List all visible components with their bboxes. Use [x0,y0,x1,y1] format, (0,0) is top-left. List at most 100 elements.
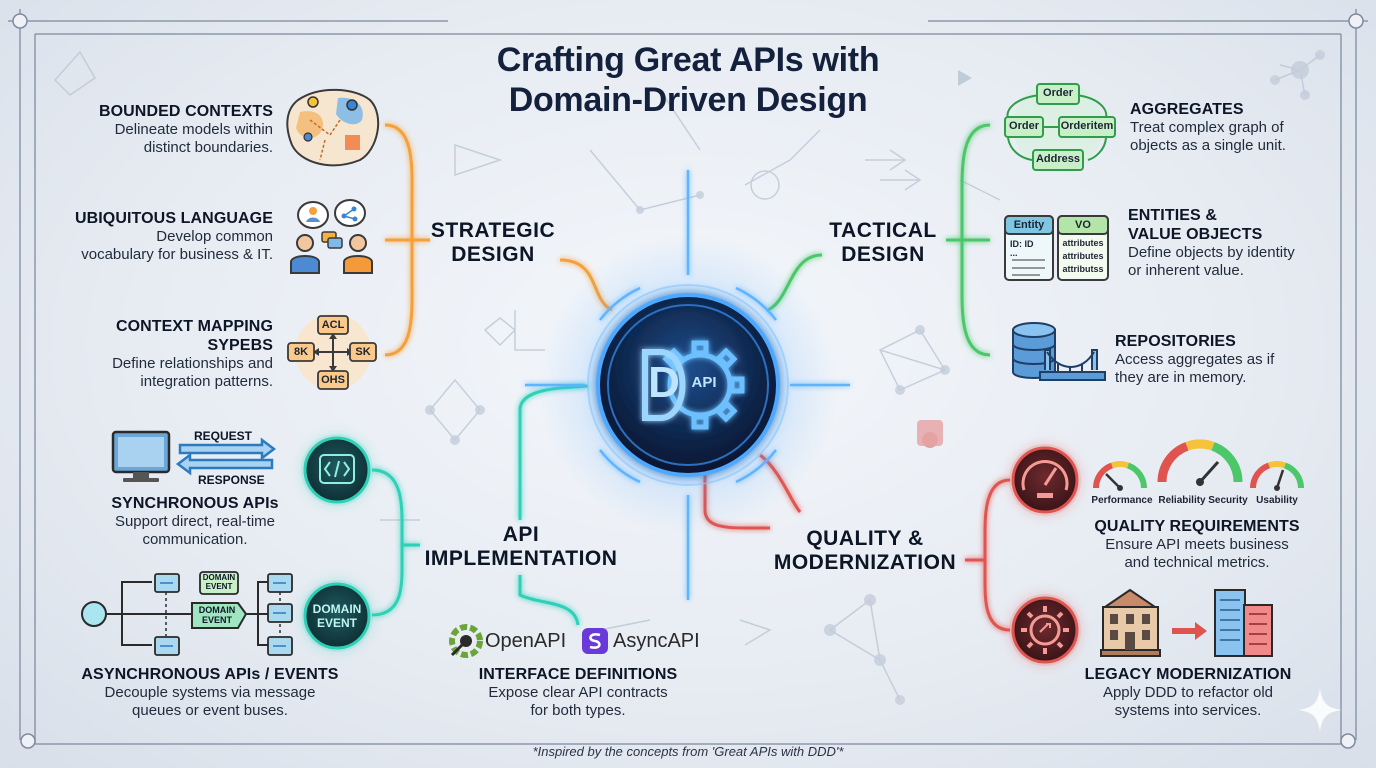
ubiquitous-language-desc1: Develop common [156,228,273,245]
entities-block: ENTITIES & VALUE OBJECTS Define objects … [1128,206,1343,280]
context-mapping-block: CONTEXT MAPPING SYPEBS Define relationsh… [40,317,273,391]
infographic: Crafting Great APIs with Domain-Driven D… [0,0,1376,768]
implementation-label-line2: IMPLEMENTATION [424,547,618,570]
hub-d-letter: D [648,358,680,407]
quality-label-line1: QUALITY & [806,527,924,550]
asynchronous-apis-title: ASYNCHRONOUS APIs / EVENTS [81,666,339,683]
flow-event-mid-line2: EVENT [201,615,232,625]
quality-requirements-desc1: Ensure API meets business [1105,536,1289,553]
entity-card-dots: ... [1010,248,1018,258]
vo-card-attr2: attributes [1062,251,1104,261]
async-flow-graphic [81,571,293,656]
strategic-design-label: STRATEGIC DESIGN [425,219,561,267]
vo-card-attr3: attributss [1062,264,1104,274]
gauge-label-security: Security [1208,495,1248,506]
repositories-title: REPOSITORIES [1115,333,1236,350]
sparkle-icon [1298,688,1342,732]
synchronous-apis-desc1: Support direct, real-time [114,513,276,530]
implementation-label-line1: API [502,523,540,546]
request-response-arrows [175,437,277,476]
repositories-desc1: Access aggregates as if [1115,351,1275,368]
legacy-modernization-title: LEGACY MODERNIZATION [1084,666,1292,683]
bounded-contexts-desc1: Delineate models within [114,121,273,138]
gauges-graphic [1093,439,1304,491]
aggregates-title: AGGREGATES [1130,101,1244,118]
map-node-ohs: OHS [321,374,345,386]
vo-card-attr1: attributes [1062,238,1104,248]
tactical-design-label: TACTICAL DESIGN [815,219,951,267]
ubiquitous-language-desc2: vocabulary for business & IT. [81,246,273,263]
vo-card-label: VO [1075,219,1091,231]
strategic-label-line2: DESIGN [451,243,535,266]
synchronous-apis-block: SYNCHRONOUS APIs Support direct, real-ti… [85,494,305,549]
context-mapping-title2: SYPEBS [207,337,273,354]
domain-event-badge-line1: DOMAIN [312,602,362,616]
modernize-arrow [1172,622,1207,640]
flow-event-top-line2: EVENT [205,582,233,591]
quality-requirements-block: QUALITY REQUIREMENTS Ensure API meets bu… [1087,517,1307,572]
monitor-graphic [111,430,171,482]
asynchronous-apis-desc1: Decouple systems via message [104,684,316,701]
domain-event-badge: DOMAIN EVENT [305,602,369,630]
quality-requirements-desc2: and technical metrics. [1124,554,1270,571]
ubiquitous-language-block: UBIQUITOUS LANGUAGE Develop common vocab… [40,209,273,264]
bounded-contexts-desc2: distinct boundaries. [143,139,273,156]
bounded-contexts-title: BOUNDED CONTEXTS [98,103,273,120]
quality-modernization-label: QUALITY & MODERNIZATION [760,527,970,575]
interface-definitions-desc2: for both types. [530,702,626,719]
gauge-label-performance: Performance [1091,495,1153,506]
openapi-label: OpenAPI [485,630,567,652]
agg-node-orderitem: Orderitem [1060,120,1114,132]
hub-api-text: API [691,374,717,391]
people-icon-graphic [290,199,373,274]
asyncapi-label: AsyncAPI [613,630,700,652]
entity-card-label: Entity [1013,219,1045,231]
entities-desc2: or inherent value. [1128,262,1244,279]
request-label: REQUEST [194,429,253,443]
domain-event-badge-line2: EVENT [316,616,357,630]
strategic-label-line1: STRATEGIC [430,219,556,242]
quality-requirements-title: QUALITY REQUIREMENTS [1094,518,1300,535]
title-block: Crafting Great APIs with Domain-Driven D… [388,40,988,120]
api-implementation-label: API IMPLEMENTATION [405,523,637,571]
entities-desc1: Define objects by identity [1128,244,1295,261]
interface-definitions-block: INTERFACE DEFINITIONS Expose clear API c… [450,665,706,720]
agg-node-address: Address [1035,153,1081,165]
flow-event-mid: DOMAIN EVENT [192,605,242,625]
gear-circle-graphic [1009,594,1081,666]
repositories-desc2: they are in memory. [1115,369,1247,386]
new-buildings-graphic [1214,589,1273,657]
interface-definitions-title: INTERFACE DEFINITIONS [478,666,678,683]
map-node-acl: ACL [321,319,345,331]
asynchronous-apis-desc2: queues or event buses. [132,702,288,719]
tactical-label-line2: DESIGN [841,243,925,266]
footer-note: *Inspired by the concepts from 'Great AP… [532,744,844,759]
entities-title2: VALUE OBJECTS [1128,226,1263,243]
synchronous-apis-desc2: communication. [142,531,248,548]
quality-label-line2: MODERNIZATION [773,551,957,574]
interface-definitions-desc1: Expose clear API contracts [488,684,668,701]
ubiquitous-language-title: UBIQUITOUS LANGUAGE [74,210,273,227]
legacy-modernization-block: LEGACY MODERNIZATION Apply DDD to refact… [1075,665,1301,720]
agg-node-order-left: Order [1009,120,1039,132]
legacy-modernization-desc1: Apply DDD to refactor old [1102,684,1274,701]
bounded-contexts-block: BOUNDED CONTEXTS Delineate models within… [40,102,273,157]
synchronous-apis-title: SYNCHRONOUS APIs [111,495,279,512]
entities-title1: ENTITIES & [1128,207,1218,224]
repositories-block: REPOSITORIES Access aggregates as if the… [1115,332,1315,387]
flow-event-top: DOMAIN EVENT [200,573,238,591]
openapi-logo-graphic [449,624,483,658]
map-node-8k: 8K [293,346,309,358]
page-title-line2: Domain-Driven Design [508,81,868,119]
aggregates-block: AGGREGATES Treat complex graph of object… [1130,100,1340,155]
context-mapping-title1: CONTEXT MAPPING [115,318,273,335]
agg-node-order-top: Order [1043,87,1073,99]
page-title-line1: Crafting Great APIs with [496,41,880,79]
context-mapping-desc2: integration patterns. [140,373,273,390]
map-node-sk: SK [355,346,371,358]
speedometer-circle-graphic [1009,444,1081,516]
asynchronous-apis-block: ASYNCHRONOUS APIs / EVENTS Decouple syst… [60,665,360,720]
aggregates-desc1: Treat complex graph of [1130,119,1284,136]
flow-event-mid-line1: DOMAIN [198,605,236,615]
aggregates-desc2: objects as a single unit. [1130,137,1286,154]
